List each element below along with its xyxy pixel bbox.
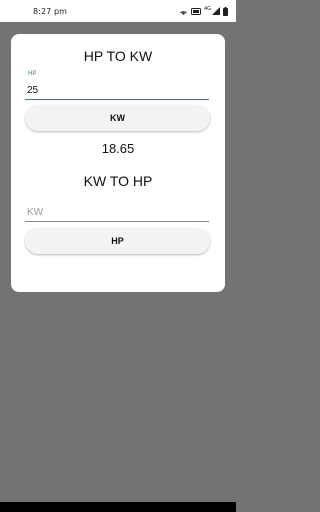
converter-card: HP TO KW HP KW 18.65 KW TO HP HP bbox=[11, 34, 225, 292]
battery-icon bbox=[223, 6, 228, 16]
convert-to-kw-button[interactable]: KW bbox=[25, 105, 210, 131]
hp-field-label: HP bbox=[28, 71, 37, 77]
status-bar: 8:27 pm 4G bbox=[0, 0, 236, 22]
volte-icon bbox=[190, 7, 201, 15]
navigation-bar bbox=[0, 502, 236, 512]
kw-to-hp-title: KW TO HP bbox=[83, 173, 153, 189]
network-type: 4G bbox=[203, 6, 211, 12]
status-time: 8:27 pm bbox=[33, 6, 68, 16]
hp-input[interactable] bbox=[25, 82, 209, 100]
signal-icon bbox=[212, 7, 220, 15]
kw-result: 18.65 bbox=[101, 141, 135, 156]
hp-to-kw-title: HP TO KW bbox=[83, 48, 153, 64]
status-icons: 4G bbox=[179, 6, 228, 16]
kw-input[interactable] bbox=[25, 204, 209, 222]
convert-to-hp-button[interactable]: HP bbox=[25, 228, 210, 254]
hotspot-icon bbox=[179, 7, 188, 15]
